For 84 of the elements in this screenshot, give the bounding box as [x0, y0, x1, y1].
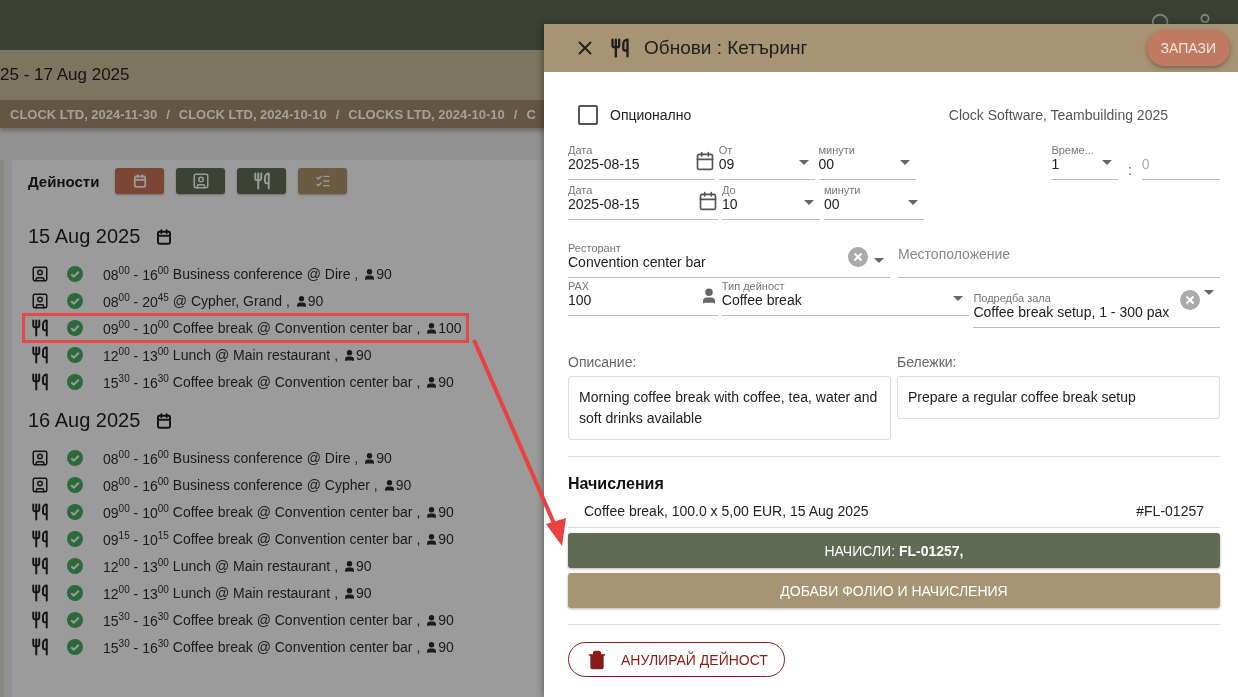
date-field[interactable]: Дата 2025-08-15 — [568, 146, 715, 180]
activity-title: @ Cypher, Grand , — [172, 293, 290, 309]
activity-row[interactable]: 08$^{00}$ - 16$^{00}$ Business conference @ Cypher , 90 — [22, 470, 419, 500]
date-range: 25 - 17 Aug 2025 — [0, 65, 130, 85]
activity-title: Coffee break @ Convention center bar , — [172, 320, 421, 336]
activity-row[interactable]: 15$^{30}$ - 16$^{30}$ Coffee break @ Convention center bar , 90 — [22, 632, 461, 662]
location-field[interactable]: Местоположение — [898, 244, 1220, 278]
activity-row[interactable]: 12$^{00}$ - 13$^{00}$ Lunch @ Main restaurant , 90 — [22, 551, 379, 581]
activity-title: Coffee break @ Convention center bar , — [172, 504, 421, 520]
activity-title: Business conference @ Dire , — [172, 450, 359, 466]
activity-title: Coffee break @ Convention center bar , — [172, 531, 421, 547]
activity-time: 12$^{00}$ - 13$^{00}$ — [103, 346, 169, 364]
pax-count: 100 — [438, 320, 462, 336]
pax-count: 90 — [438, 612, 454, 628]
activity-title: Coffee break @ Convention center bar , — [172, 639, 421, 655]
select-field[interactable]: минути 00 — [824, 186, 924, 220]
pax-field[interactable]: PAX 100 — [568, 282, 718, 316]
activity-time: 15$^{30}$ - 16$^{30}$ — [103, 611, 169, 629]
select-field[interactable]: Подредба зала Coffee break setup, 1 - 300 pax — [973, 282, 1220, 328]
activity-time: 09$^{00}$ - 10$^{00}$ — [103, 503, 169, 521]
activity-time: 08$^{00}$ - 16$^{00}$ — [103, 476, 169, 494]
activity-title: Business conference @ Dire , — [172, 266, 359, 282]
activity-time: 09$^{15}$ - 10$^{15}$ — [103, 530, 169, 548]
activity-title: Lunch @ Main restaurant , — [172, 347, 339, 363]
pax-count: 90 — [376, 450, 392, 466]
select-field[interactable]: Време... 1 — [1051, 146, 1118, 180]
pax-count: 90 — [356, 585, 372, 601]
pax-count: 90 — [376, 266, 392, 282]
day-heading: 15 Aug 2025 — [28, 225, 141, 248]
pax-count: 90 — [356, 347, 372, 363]
activity-time: 09$^{00}$ - 10$^{00}$ — [103, 319, 169, 337]
pax-count: 90 — [395, 477, 412, 493]
pax-count: 90 — [438, 531, 454, 547]
drawer-title: Обнови : Кетъринг — [644, 37, 809, 59]
activity-time: 15$^{30}$ - 16$^{30}$ — [103, 373, 169, 391]
activity-time: 12$^{00}$ - 13$^{00}$ — [103, 584, 169, 602]
pax-count: 90 — [438, 504, 454, 520]
cancel-activity-button[interactable]: АНУЛИРАЙ ДЕЙНОСТ — [568, 642, 785, 677]
activity-row[interactable]: 12$^{00}$ - 13$^{00}$ Lunch @ Main restaurant , 90 — [22, 340, 379, 370]
activity-time: 15$^{30}$ - 16$^{30}$ — [103, 638, 169, 656]
pax-count: 90 — [356, 558, 372, 574]
highlighted-activity-row[interactable]: 09$^{00}$ - 10$^{00}$ Coffee break @ Convention center bar , 100 — [22, 313, 469, 343]
activity-title: Lunch @ Main restaurant , — [172, 558, 339, 574]
select-field[interactable]: минути 00 — [818, 146, 917, 180]
select-field[interactable]: От 09 — [718, 146, 815, 180]
charge-description: Coffee break, 100.0 x 5,00 EUR, 15 Aug 2025 — [584, 503, 869, 519]
activity-row[interactable]: 09$^{15}$ - 10$^{15}$ Coffee break @ Convention center bar , 90 — [22, 524, 461, 554]
field-label: Бележки: — [897, 354, 958, 370]
activity-row[interactable]: 15$^{30}$ - 16$^{30}$ Coffee break @ Convention center bar , 90 — [22, 367, 461, 397]
activity-row[interactable]: 08$^{00}$ - 16$^{00}$ Business conference @ Dire , 90 — [22, 259, 399, 289]
field-label: Описание: — [568, 354, 638, 370]
day-heading: 16 Aug 2025 — [28, 409, 141, 432]
card-title: Дейности — [28, 172, 100, 190]
notes-field[interactable]: Prepare a regular coffee break setup — [897, 376, 1220, 419]
breadcrumb-separator: / — [513, 106, 518, 122]
activity-row[interactable]: 12$^{00}$ - 13$^{00}$ Lunch @ Main restaurant , 90 — [22, 578, 379, 608]
checkbox-label: Опционално — [610, 107, 692, 123]
select-field[interactable]: Тип дейност Coffee break — [721, 282, 970, 316]
time-separator: : — [1127, 162, 1132, 178]
pax-count: 90 — [307, 293, 324, 309]
event-name: Clock Software, Teambuilding 2025 — [948, 107, 1168, 123]
activity-row[interactable]: 08$^{00}$ - 16$^{00}$ Business conference @ Dire , 90 — [22, 443, 399, 473]
select-field[interactable]: Ресторант Convention center bar — [568, 244, 890, 278]
activity-time: 08$^{00}$ - 20$^{45}$ — [103, 292, 169, 310]
pax-count: 90 — [438, 374, 454, 390]
activity-row[interactable]: 15$^{30}$ - 16$^{30}$ Coffee break @ Convention center bar , 90 — [22, 605, 461, 635]
activity-title: Lunch @ Main restaurant , — [172, 585, 339, 601]
activity-row[interactable]: 08$^{00}$ - 20$^{45}$ @ Cypher, Grand , 90 — [22, 286, 331, 316]
activity-time: 08$^{00}$ - 16$^{00}$ — [103, 449, 169, 467]
activity-title: Coffee break @ Convention center bar , — [172, 612, 421, 628]
pax-count: 90 — [438, 639, 454, 655]
activity-row[interactable]: 09$^{00}$ - 10$^{00}$ Coffee break @ Convention center bar , 90 — [22, 497, 461, 527]
activity-title: Coffee break @ Convention center bar , — [172, 374, 421, 390]
charge-button[interactable]: НАЧИСЛИ: FL-01257, — [568, 533, 1220, 568]
activity-title: Business conference @ Cypher , — [172, 477, 378, 493]
description-field[interactable]: Morning coffee break with coffee, tea, water and soft drinks available — [568, 376, 891, 440]
select-field[interactable]: До 10 — [722, 186, 820, 220]
section-heading: Начисления — [568, 475, 665, 493]
folio-number: #FL-01257 — [1136, 503, 1204, 519]
breadcrumb-separator: / — [335, 106, 340, 122]
breadcrumb-separator: / — [166, 106, 170, 122]
activity-time: 12$^{00}$ - 13$^{00}$ — [103, 557, 169, 575]
activity-time: 08$^{00}$ - 16$^{00}$ — [103, 265, 169, 283]
date-field[interactable]: Дата 2025-08-15 — [568, 186, 718, 220]
